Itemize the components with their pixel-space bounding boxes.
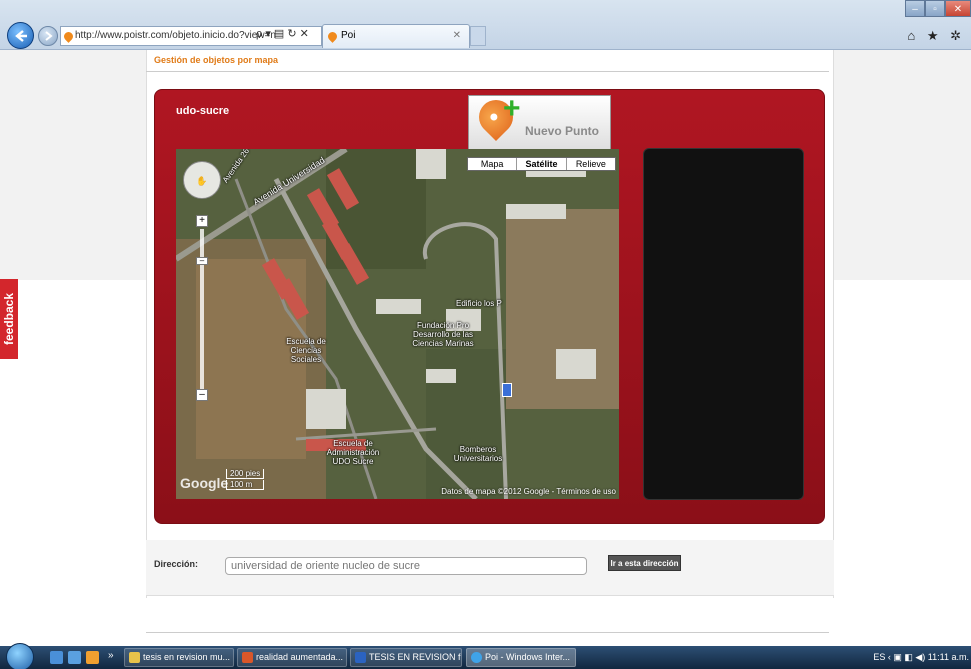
panel-title: udo-sucre: [176, 105, 230, 117]
go-to-address-button[interactable]: Ir a esta dirección: [608, 555, 681, 571]
taskbar-item-folder[interactable]: tesis en revision mu...: [124, 648, 234, 667]
place-label-bomberos: Bomberos Universitarios: [453, 445, 503, 463]
media-player-icon[interactable]: [86, 651, 99, 664]
browser-chrome: http://www.poistr.com/objeto.inicio.do?v…: [0, 0, 971, 50]
browser-tab[interactable]: Poi ✕: [322, 24, 470, 48]
bus-stop-icon[interactable]: [502, 383, 512, 397]
toolbar-icons[interactable]: ⌂ ★ ✲: [907, 28, 965, 44]
tab-title: Poi: [341, 30, 356, 41]
satellite-imagery: [176, 149, 619, 499]
zoom-slider[interactable]: [200, 229, 204, 389]
tab-close-icon[interactable]: ✕: [453, 25, 461, 47]
forward-button[interactable]: [38, 26, 58, 46]
taskbar-item-powerpoint[interactable]: realidad aumentada...: [237, 648, 347, 667]
folder-icon: [129, 652, 140, 663]
taskbar-item-label: TESIS EN REVISION f...: [369, 652, 462, 662]
info-panel: [643, 148, 804, 500]
tab-favicon-icon: [326, 30, 339, 43]
map-type-relieve[interactable]: Relieve: [567, 158, 615, 170]
map-type-selector: Mapa Satélite Relieve: [467, 157, 616, 171]
footer-divider: [146, 632, 829, 633]
place-label-escuela-sociales: Escuela de Ciencias Sociales: [286, 337, 326, 364]
zoom-out-button[interactable]: –: [196, 389, 208, 401]
address-input[interactable]: universidad de oriente nucleo de sucre: [225, 557, 587, 575]
map-type-satelite[interactable]: Satélite: [517, 158, 567, 170]
minimize-button[interactable]: –: [905, 0, 925, 17]
satellite-map[interactable]: ✋ + – – Avenida Universidad Avenida 26 E…: [176, 149, 619, 499]
taskbar: » tesis en revision mu... realidad aumen…: [0, 643, 971, 669]
window-controls: – ▫ ✕: [905, 0, 971, 17]
zoom-in-button[interactable]: +: [196, 215, 208, 227]
url-text: http://www.poistr.com/objeto.inicio.do?v…: [75, 30, 276, 41]
address-bar-icons[interactable]: ρ ▾ ▤ ↻ ✕: [256, 27, 326, 40]
place-label-fundacion: Fundación Pro Desarrollo de las Ciencias…: [412, 321, 474, 348]
site-favicon-icon: [62, 30, 75, 43]
switch-windows-icon[interactable]: [68, 651, 81, 664]
presentation-icon: [242, 652, 253, 663]
taskbar-item-label: realidad aumentada...: [256, 652, 344, 662]
scale-meters: 100 m: [226, 480, 265, 490]
close-window-button[interactable]: ✕: [945, 0, 971, 17]
pan-control[interactable]: ✋: [183, 161, 221, 199]
start-button[interactable]: [6, 643, 34, 669]
feedback-tab[interactable]: feedback: [0, 279, 18, 359]
scale-feet: 200 pies: [226, 469, 265, 479]
zoom-slider-handle[interactable]: –: [196, 257, 208, 265]
place-label-escuela-administracion: Escuela de Administración UDO Sucre: [326, 439, 380, 466]
internet-explorer-icon: [471, 652, 482, 663]
plus-icon: +: [503, 92, 521, 125]
back-arrow-icon: [14, 29, 27, 42]
maximize-button[interactable]: ▫: [925, 0, 945, 17]
back-button[interactable]: [7, 22, 34, 49]
google-logo[interactable]: Google: [180, 475, 228, 491]
title-divider: [146, 71, 829, 72]
show-desktop-icon[interactable]: [50, 651, 63, 664]
page-title: Gestión de objetos por mapa: [154, 55, 279, 65]
taskbar-item-word[interactable]: TESIS EN REVISION f...: [350, 648, 462, 667]
system-tray[interactable]: ES ‹ ▣ ◧ ◀) 11:11 a.m.: [873, 646, 971, 669]
taskbar-item-label: Poi - Windows Inter...: [485, 652, 571, 662]
new-point-label: Nuevo Punto: [525, 124, 599, 138]
map-copyright[interactable]: Datos de mapa ©2012 Google - Términos de…: [441, 487, 616, 496]
address-label: Dirección:: [154, 559, 199, 569]
forward-arrow-icon: [45, 31, 53, 41]
document-icon: [355, 652, 366, 663]
new-point-button[interactable]: + Nuevo Punto: [468, 92, 611, 155]
new-tab-button[interactable]: [470, 26, 486, 46]
place-label-edificio: Edificio los P: [456, 299, 502, 308]
map-scale: 200 pies 100 m: [226, 469, 265, 491]
taskbar-item-label: tesis en revision mu...: [143, 652, 231, 662]
map-type-mapa[interactable]: Mapa: [468, 158, 518, 170]
taskbar-item-browser[interactable]: Poi - Windows Inter...: [466, 648, 576, 667]
taskbar-overflow-icon[interactable]: »: [108, 650, 114, 661]
